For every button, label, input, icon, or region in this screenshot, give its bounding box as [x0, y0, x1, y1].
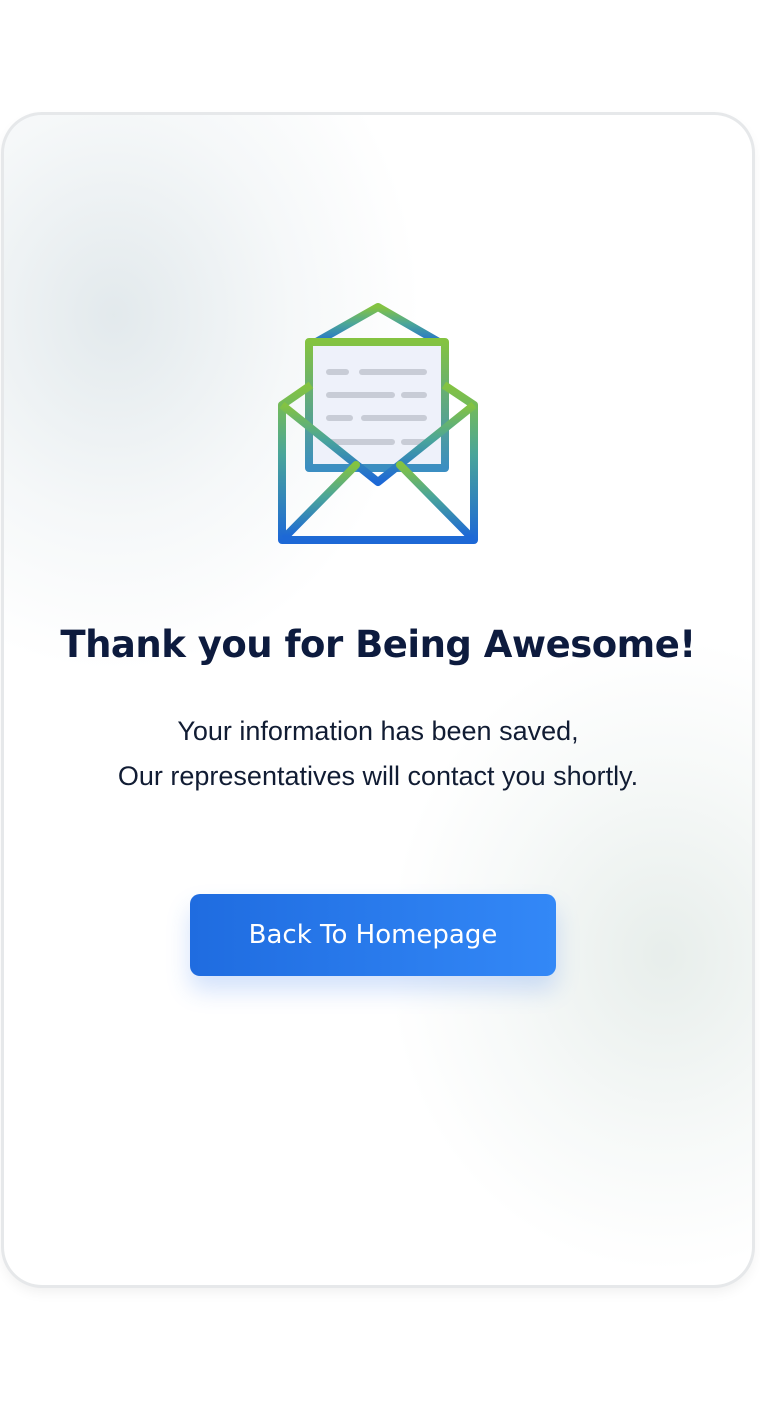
envelope-open-letter-icon [278, 303, 478, 544]
confirmation-card: Thank you for Being Awesome! Your inform… [4, 115, 752, 1285]
confirmation-message-line-1: Your information has been saved, [177, 716, 579, 746]
confirmation-message-line-2: Our representatives will contact you sho… [117, 761, 639, 791]
page-title: Thank you for Being Awesome! [60, 623, 696, 666]
back-to-homepage-button[interactable]: Back To Homepage [190, 894, 556, 976]
